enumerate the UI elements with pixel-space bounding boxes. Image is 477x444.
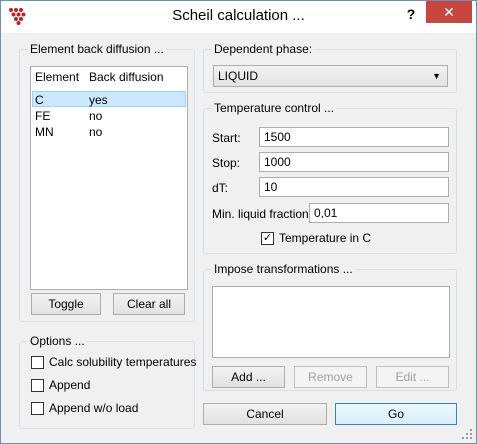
element-back-diffusion-group: Element back diffusion ... Element Back … [19, 42, 195, 322]
element-list[interactable]: Element Back diffusion C yes FE no MN no [30, 66, 188, 290]
dt-label: dT: [212, 181, 229, 195]
back-diffusion-cell: yes [89, 93, 108, 107]
scheil-dialog: Scheil calculation ... ? ✕ Element back … [0, 0, 477, 444]
help-button[interactable]: ? [401, 4, 421, 24]
list-item[interactable]: FE no [32, 108, 186, 124]
group-label: Dependent phase: [212, 42, 315, 56]
impose-transformations-group: Impose transformations ... Add ... Remov… [203, 262, 457, 391]
group-label: Options ... [28, 334, 87, 348]
start-label: Start: [212, 131, 241, 145]
group-label: Element back diffusion ... [28, 42, 166, 56]
transformations-list[interactable] [212, 286, 450, 358]
column-header-element[interactable]: Element [35, 70, 79, 84]
edit-button[interactable]: Edit ... [376, 366, 449, 388]
go-button[interactable]: Go [335, 403, 457, 425]
min-liquid-fraction-input[interactable]: 0,01 [309, 203, 449, 223]
start-input[interactable]: 1500 [259, 127, 449, 147]
checkbox-label: Calc solubility temperatures [49, 355, 197, 369]
checkbox-box[interactable] [31, 356, 44, 369]
checkbox-box[interactable]: ✓ [261, 232, 274, 245]
dt-input[interactable]: 10 [259, 177, 449, 197]
column-header-back-diffusion[interactable]: Back diffusion [89, 70, 164, 84]
stop-input[interactable]: 1000 [259, 152, 449, 172]
add-button[interactable]: Add ... [212, 366, 285, 388]
stop-label: Stop: [212, 156, 241, 170]
cancel-button[interactable]: Cancel [203, 403, 327, 425]
clear-all-button[interactable]: Clear all [113, 293, 185, 315]
element-cell: FE [35, 109, 51, 123]
title-bar[interactable]: Scheil calculation ... ? ✕ [1, 1, 476, 33]
list-item[interactable]: C yes [32, 91, 186, 107]
checkbox-label: Append w/o load [49, 401, 139, 415]
dependent-phase-group: Dependent phase: LIQUID ▼ [203, 42, 457, 93]
back-diffusion-cell: no [89, 125, 103, 139]
selected-value: LIQUID [218, 69, 259, 83]
group-label: Impose transformations ... [212, 262, 355, 276]
checkbox-box[interactable] [31, 402, 44, 415]
element-cell: C [35, 93, 44, 107]
checkbox-label: Temperature in C [279, 231, 372, 245]
dependent-phase-select[interactable]: LIQUID ▼ [213, 65, 448, 87]
group-label: Temperature control ... [212, 101, 337, 115]
min-liquid-fraction-label: Min. liquid fraction: [212, 207, 313, 221]
options-group: Options ... Calc solubility temperatures… [19, 334, 197, 429]
close-button[interactable]: ✕ [426, 1, 472, 23]
remove-button[interactable]: Remove [294, 366, 367, 388]
dropdown-arrow-icon: ▼ [432, 71, 441, 81]
element-cell: MN [35, 125, 54, 139]
back-diffusion-cell: no [89, 109, 103, 123]
resize-grip-icon[interactable] [461, 428, 473, 440]
temperature-control-group: Temperature control ... Start: 1500 Stop… [203, 101, 457, 254]
toggle-button[interactable]: Toggle [31, 293, 101, 315]
checkbox-box[interactable] [31, 379, 44, 392]
checkbox-label: Append [49, 378, 91, 392]
list-item[interactable]: MN no [32, 124, 186, 140]
